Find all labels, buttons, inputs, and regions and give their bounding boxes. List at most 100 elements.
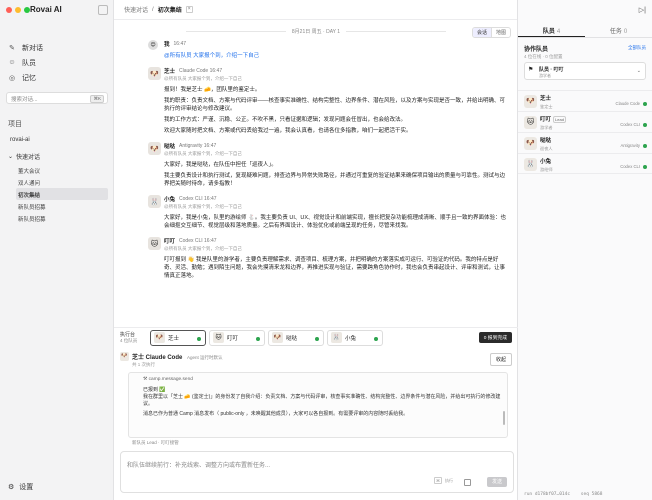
chat-item[interactable]: 双人通问 [16,176,108,188]
message-time: Claude Code 16:47 [179,68,223,74]
breadcrumb: 快速对话 / 初次集结 × [114,0,517,20]
message-header: 叮叮 Codex CLI 16:47 [164,237,508,245]
agent-avatar: 🐶 [154,332,165,343]
attach-icon[interactable] [464,479,471,486]
composer-hint: ⌘ 执行 [434,477,453,484]
exec-strip: 执行台 4 位队员 🐶 芝士 🐱 叮叮 🐶 哒哒 🐰 小兔 0 报到完成 [114,327,518,347]
message-text: 报到！我是芝士 🧀，团队里的鉴定士。 [164,87,261,93]
online-dot [643,144,647,148]
avatar: 🐱 [148,237,161,250]
nav-memory[interactable]: ◎ 记忆 [6,70,107,85]
project-item[interactable]: rovai-ai [6,135,108,146]
report-status-button[interactable]: 0 报到完成 [478,332,512,343]
chat-item[interactable]: 董大会议 [16,164,108,176]
chat-group-label: 快速对话 [16,155,41,161]
minimize-window-button[interactable] [15,7,21,13]
settings-button[interactable]: ⚙ 设置 [8,482,33,492]
exec-title: 执行台 [120,331,136,338]
online-dot [197,336,201,341]
member-model: Antigravity [620,143,640,148]
lead-note: 新队员 Lead · 叮叮接管 [132,440,179,445]
breadcrumb-parent[interactable]: 快速对话 [124,5,148,14]
chat-main: 快速对话 / 初次集结 × 8月21日 周五 · DAY 1 会话 地图 😊 我… [114,0,518,500]
collapse-panel-button[interactable]: 收起 [489,353,512,366]
tab-members[interactable]: 队员 4 [518,22,585,37]
message: 🐶 芝士 Claude Code 16:47 @所有队员 大家报个到，介绍一下自… [148,67,508,135]
agent-name: 哒哒 [286,335,298,342]
message-text: 欢迎大家随时把文档、方案或代码丢给我过一遍，我会认真看，也请各位多指教，咱们一起… [164,128,412,134]
message-text: 叮叮报到 👋 我是队里的游学者，主要负责理解需求、调查项目、梳理方案，并把明确的… [164,257,506,279]
lead-role: 游学者 [539,73,551,78]
close-window-button[interactable] [6,7,12,13]
log-line: 我在群里以「芝士 🧀 (鉴定士)」的身份发了自我介绍：负责文档、方案与代码评审，… [143,394,501,407]
avatar: 🐰 [148,195,161,208]
sidebar-nav: ✎ 新对话 ☺ 队员 ◎ 记忆 [6,40,107,85]
exec-count: 4 位队员 [120,337,138,343]
message-header: 小兔 Codex CLI 16:47 [164,195,508,203]
sidebar-collapse-button[interactable] [98,5,108,15]
online-dot [643,123,647,127]
member-avatar: 🐶 [524,137,537,150]
message-composer[interactable]: 和队伍继续前行：补充线索、调整方向或布置新任务... ⌘ 执行 发送 [120,451,514,493]
log-line: 已报到 ✅ [143,387,166,393]
member-avatar: 🐶 [524,95,537,108]
nav-members[interactable]: ☺ 队员 [6,55,107,70]
sender-name: 小兔 [164,197,176,203]
close-tab-icon[interactable]: × [185,6,193,13]
date-divider: 8月21日 周五 · DAY 1 [114,28,518,35]
send-button[interactable]: 发送 [487,477,507,487]
nav-new-chat[interactable]: ✎ 新对话 [6,40,107,55]
chat-item-active[interactable]: 初次集结 [16,188,108,200]
panel-toggle-icon[interactable]: ▷| [639,6,646,14]
lead-name: 队员 · 叮叮 [539,67,564,73]
chat-search-input[interactable]: 搜索对话... ⌘K [6,92,108,104]
team-icon: ⚑ [528,67,534,73]
all-members-link[interactable]: 全部队员 [628,45,646,51]
chat-item[interactable]: 新队员招募 [16,200,108,212]
message-header: 哒哒 Antigravity 16:47 [164,142,508,150]
nav-label: 队员 [22,59,36,67]
sender-name: 叮叮 [164,239,176,245]
nav-label: 新对话 [22,44,43,52]
member-row[interactable]: 🐰 小兔 游绘师 Codex CLI [518,153,652,174]
agent-log[interactable]: ⚒ camp.message.send 已报到 ✅ 我在群里以「芝士 🧀 (鉴定… [128,372,508,438]
member-row[interactable]: 🐶 芝士 鉴定士 Claude Code [518,90,652,111]
log-scrollbar[interactable] [503,411,505,425]
agent-card[interactable]: 🐶 哒哒 [268,329,324,346]
member-row[interactable]: 🐶 哒哒 巡夜人 Antigravity [518,132,652,153]
agent-card[interactable]: 🐰 小兔 [327,329,383,346]
view-chat-button[interactable]: 会话 [472,28,492,37]
chat-item[interactable]: 新队员招募 [16,212,108,224]
avatar: 😊 [148,40,158,50]
sender-name: 芝士 [164,69,176,75]
tab-count: 0 [623,29,628,35]
log-line: 消息已作为普通 Camp 消息发布（ public-only ，未唤醒其他成员）… [143,411,409,417]
tool-call: ⚒ camp.message.send [129,373,507,382]
agent-name: 芝士 [168,335,180,342]
member-avatar: 🐱 [524,116,537,129]
members-icon: ☺ [8,59,16,66]
online-dot [315,336,319,341]
lead-selector[interactable]: ⚑ 队员 · 叮叮 游学者 ⌄ [524,62,646,80]
agent-name: 叮叮 [227,335,239,342]
message-time: Codex CLI 16:47 [179,238,217,244]
nav-label: 记忆 [22,74,36,82]
member-row[interactable]: 🐱 叮叮 Lead 游学者 Codex CLI [518,111,652,132]
message: 🐰 小兔 Codex CLI 16:47 @所有队员 大家报个到，介绍一下自己 … [148,195,508,230]
message: 😊 我 16:47 @所有队员 大家报个到，介绍一下自己 [148,40,508,60]
online-dot [643,165,647,169]
run-id: run d178bf07…014c [524,492,571,497]
sender-name: 我 [164,42,170,48]
chat-group-toggle[interactable]: ⌄ 快速对话 [6,151,108,162]
agent-card[interactable]: 🐶 芝士 [150,329,206,346]
agent-avatar: 🐱 [213,332,224,343]
hint-key: ⌘ [434,477,442,484]
member-model: Claude Code [615,101,640,106]
message: 🐶 哒哒 Antigravity 16:47 @所有队员 大家报个到，介绍一下自… [148,142,508,188]
tab-tasks[interactable]: 任务 0 [585,22,652,37]
view-map-button[interactable]: 地图 [492,28,510,37]
member-list: 🐶 芝士 鉴定士 Claude Code 🐱 叮叮 Lead 游学者 Codex … [518,90,652,174]
agent-card[interactable]: 🐱 叮叮 [209,329,265,346]
message-text: 我的工作方式：严谨、沉稳、公正。不吹不黑，只看证据和逻辑；发现问题会任冒出，也会… [164,117,407,123]
breadcrumb-separator: / [152,6,154,13]
